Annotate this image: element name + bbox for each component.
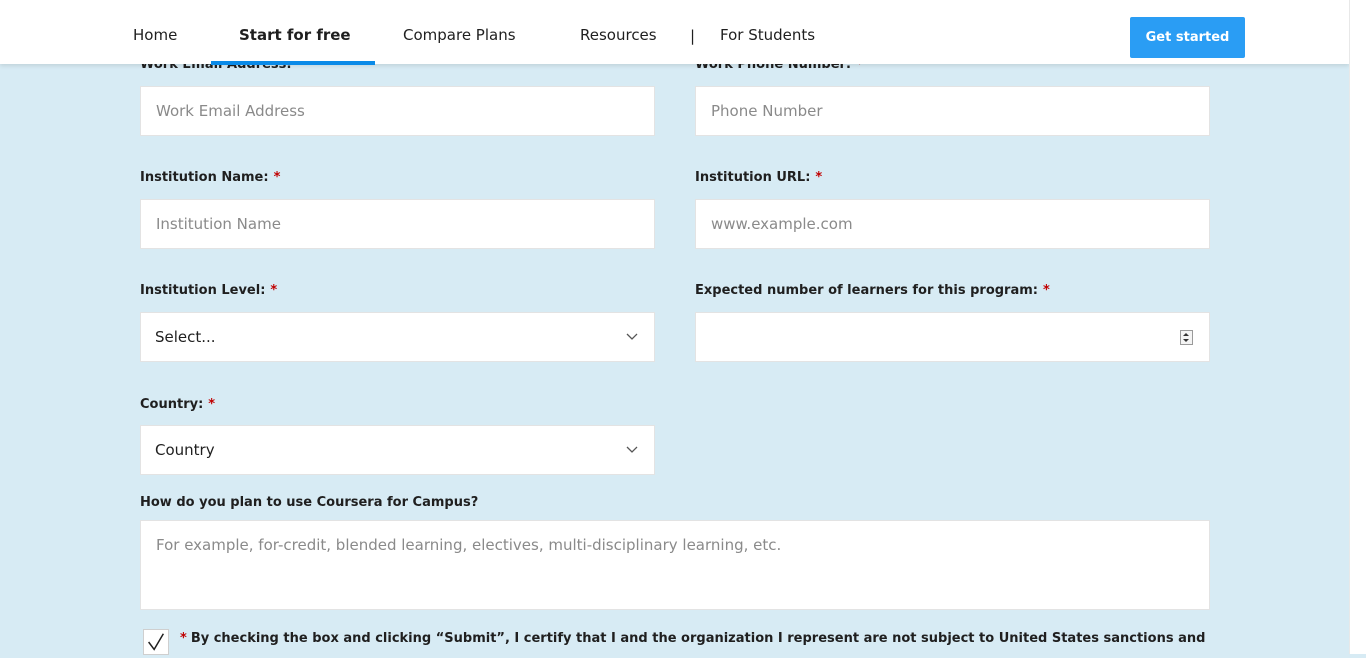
required-marker: *: [815, 170, 823, 185]
required-marker: *: [180, 631, 187, 646]
consent-text: * By checking the box and clicking “Submi…: [180, 631, 1206, 646]
institution-name-input[interactable]: Institution Name: [140, 199, 655, 249]
chevron-down-icon: [626, 333, 638, 340]
spinner-down-icon[interactable]: [1183, 339, 1189, 342]
top-navigation: Home Start for free Compare Plans Resour…: [0, 0, 1349, 65]
usage-textarea[interactable]: For example, for-credit, blended learnin…: [140, 520, 1210, 610]
institution-url-label: Institution URL: *: [695, 170, 823, 185]
scrollbar[interactable]: [1349, 0, 1366, 654]
expected-learners-input[interactable]: [695, 312, 1210, 362]
get-started-button[interactable]: Get started: [1130, 17, 1245, 58]
number-spinner[interactable]: [1180, 330, 1193, 345]
usage-label: How do you plan to use Coursera for Camp…: [140, 495, 479, 510]
active-tab-indicator: [211, 61, 375, 65]
nav-compare-plans[interactable]: Compare Plans: [403, 0, 516, 64]
institution-url-input[interactable]: www.example.com: [695, 199, 1210, 249]
work-email-input[interactable]: Work Email Address: [140, 86, 655, 136]
institution-level-value: Select...: [155, 328, 216, 346]
nav-home[interactable]: Home: [133, 0, 177, 64]
expected-learners-label: Expected number of learners for this pro…: [695, 283, 1050, 298]
institution-name-label: Institution Name: *: [140, 170, 281, 185]
checkmark-icon: [148, 633, 165, 651]
consent-checkbox[interactable]: [143, 629, 169, 655]
required-marker: *: [208, 397, 216, 412]
nav-for-students[interactable]: For Students: [720, 0, 815, 64]
required-marker: *: [1042, 283, 1050, 298]
nav-start-for-free[interactable]: Start for free: [239, 0, 351, 64]
nav-resources[interactable]: Resources: [580, 0, 657, 64]
chevron-down-icon: [626, 446, 638, 453]
institution-level-label: Institution Level: *: [140, 283, 278, 298]
country-select[interactable]: Country: [140, 425, 655, 475]
nav-separator: |: [690, 27, 696, 45]
required-marker: *: [270, 283, 278, 298]
spinner-up-icon[interactable]: [1183, 333, 1189, 336]
required-marker: *: [273, 170, 281, 185]
country-label: Country: *: [140, 397, 216, 412]
work-phone-input[interactable]: Phone Number: [695, 86, 1210, 136]
institution-level-select[interactable]: Select...: [140, 312, 655, 362]
country-value: Country: [155, 441, 215, 459]
